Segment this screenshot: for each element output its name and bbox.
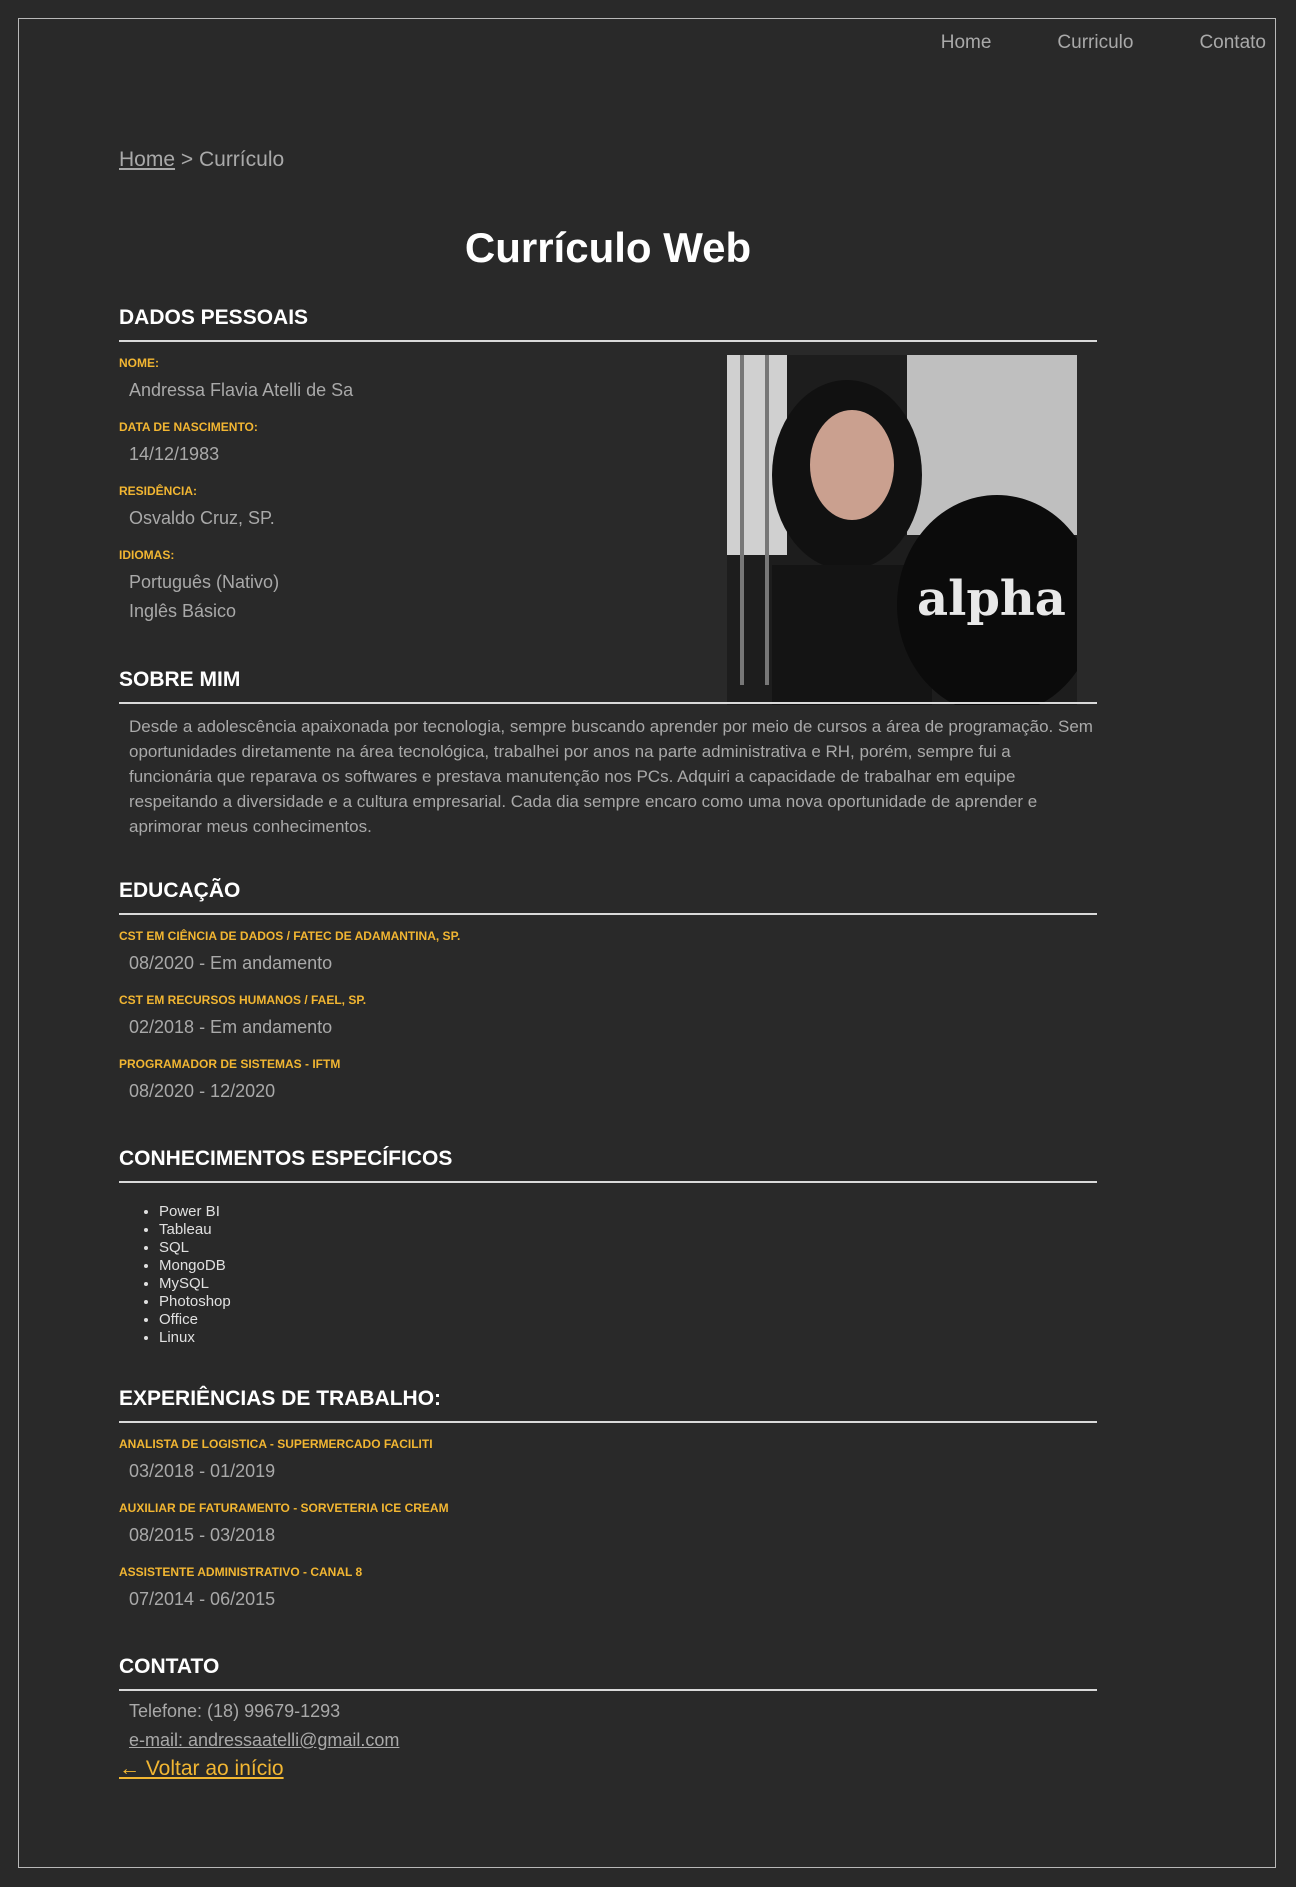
- nav-contato[interactable]: Contato: [1199, 32, 1266, 54]
- skill-item: MongoDB: [159, 1257, 1097, 1275]
- language-1: Português (Nativo): [129, 572, 280, 592]
- education-value-1: 08/2020 - Em andamento: [129, 953, 333, 973]
- breadcrumb-current: Currículo: [198, 148, 285, 171]
- birth-label: DATA DE NASCIMENTO:: [119, 420, 258, 434]
- contact-email-link[interactable]: e-mail: andressaatelli@gmail.com: [129, 1730, 399, 1750]
- skill-item: Photoshop: [159, 1293, 1097, 1311]
- name-value: Andressa Flavia Atelli de Sa: [129, 380, 354, 400]
- breadcrumb-home[interactable]: Home: [119, 148, 175, 171]
- skills-heading: CONHECIMENTOS ESPECÍFICOS: [119, 1147, 1097, 1183]
- education-label-3: PROGRAMADOR DE SISTEMAS - IFTM: [119, 1057, 341, 1071]
- breadcrumb: Home > Currículo: [119, 130, 285, 171]
- work-value-3: 07/2014 - 06/2015: [129, 1589, 276, 1609]
- work-value-2: 08/2015 - 03/2018: [129, 1525, 276, 1545]
- skill-item: Linux: [159, 1329, 1097, 1347]
- work-value-1: 03/2018 - 01/2019: [129, 1461, 276, 1481]
- education-heading: EDUCAÇÃO: [119, 879, 1097, 915]
- work-heading: EXPERIÊNCIAS DE TRABALHO:: [119, 1387, 1097, 1423]
- birth-value: 14/12/1983: [129, 444, 220, 464]
- residence-label: RESIDÊNCIA:: [119, 484, 198, 498]
- education-value-2: 02/2018 - Em andamento: [129, 1017, 333, 1037]
- residence-value: Osvaldo Cruz, SP.: [129, 508, 275, 528]
- language-2: Inglês Básico: [129, 601, 237, 621]
- languages-label: IDIOMAS:: [119, 548, 175, 562]
- work-section: EXPERIÊNCIAS DE TRABALHO: ANALISTA DE LO…: [119, 1387, 1097, 1609]
- personal-section: DADOS PESSOAIS NOME: Andressa Flavia Ate…: [119, 306, 1097, 621]
- contact-section: CONTATO Telefone: (18) 99679-1293 e-mail…: [119, 1655, 1097, 1781]
- education-value-3: 08/2020 - 12/2020: [129, 1081, 276, 1101]
- contact-phone: Telefone: (18) 99679-1293: [129, 1701, 341, 1721]
- skill-item: SQL: [159, 1239, 1097, 1257]
- skill-item: Tableau: [159, 1221, 1097, 1239]
- breadcrumb-sep: >: [175, 148, 199, 171]
- skill-item: Office: [159, 1311, 1097, 1329]
- education-label-1: CST EM CIÊNCIA DE DADOS / FATEC DE ADAMA…: [119, 929, 461, 943]
- skill-item: MySQL: [159, 1275, 1097, 1293]
- personal-heading: DADOS PESSOAIS: [119, 306, 1097, 342]
- top-nav: Home Curriculo Contato: [875, 32, 1266, 54]
- name-label: NOME:: [119, 356, 159, 370]
- skills-section: CONHECIMENTOS ESPECÍFICOS Power BI Table…: [119, 1147, 1097, 1347]
- education-section: EDUCAÇÃO CST EM CIÊNCIA DE DADOS / FATEC…: [119, 879, 1097, 1101]
- profile-photo: alpha: [727, 355, 1077, 705]
- nav-home[interactable]: Home: [941, 32, 992, 54]
- mug-text: alpha: [917, 571, 1066, 627]
- skill-item: Power BI: [159, 1203, 1097, 1221]
- education-label-2: CST EM RECURSOS HUMANOS / FAEL, SP.: [119, 993, 367, 1007]
- work-label-3: ASSISTENTE ADMINISTRATIVO - CANAL 8: [119, 1565, 363, 1579]
- page-title: Currículo Web: [464, 224, 752, 271]
- about-text: Desde a adolescência apaixonada por tecn…: [129, 717, 1093, 836]
- back-to-top-link[interactable]: ← Voltar ao início: [119, 1757, 284, 1780]
- about-heading: SOBRE MIM: [119, 668, 1097, 704]
- work-label-1: ANALISTA DE LOGISTICA - SUPERMERCADO FAC…: [119, 1437, 433, 1451]
- work-label-2: AUXILIAR DE FATURAMENTO - SORVETERIA ICE…: [119, 1501, 449, 1515]
- about-section: SOBRE MIM Desde a adolescência apaixonad…: [119, 668, 1097, 839]
- nav-curriculo[interactable]: Curriculo: [1057, 32, 1133, 54]
- skills-list: Power BI Tableau SQL MongoDB MySQL Photo…: [119, 1203, 1097, 1347]
- contact-heading: CONTATO: [119, 1655, 1097, 1691]
